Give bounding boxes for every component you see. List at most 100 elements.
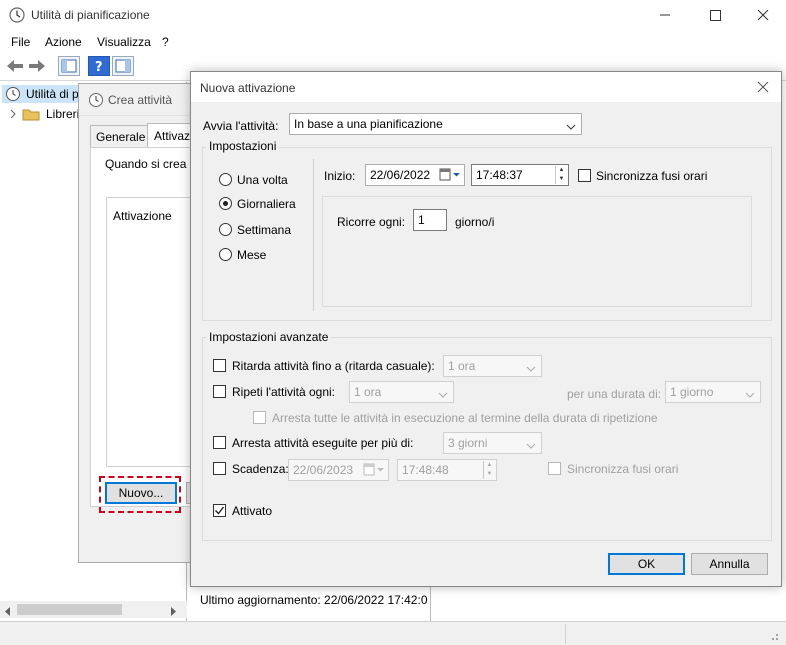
menu-file[interactable]: File xyxy=(11,35,30,49)
radio-settimana-label: Settimana xyxy=(237,223,292,237)
duration-label: per una durata di: xyxy=(567,387,662,401)
radio-circle[interactable] xyxy=(219,248,232,261)
recur-input[interactable]: 1 xyxy=(413,209,447,231)
nuova-dialog-titlebar: Nuova attivazione xyxy=(191,72,781,102)
expire-time-input[interactable]: 17:48:48 ▲ ▼ xyxy=(397,459,497,481)
spin-up-icon[interactable]: ▲ xyxy=(556,166,567,175)
radio-una-volta-label: Una volta xyxy=(237,173,288,187)
annulla-button[interactable]: Annulla xyxy=(691,553,768,575)
menu-help[interactable]: ? xyxy=(162,35,169,49)
start-date-picker[interactable]: 22/06/2022 xyxy=(365,164,465,186)
radio-giornaliera-label: Giornaliera xyxy=(237,197,296,211)
start-task-value: In base a una pianificazione xyxy=(294,117,443,131)
forward-arrow-icon[interactable] xyxy=(27,58,47,77)
enabled-checkbox[interactable] xyxy=(213,504,226,517)
recurrence-panel xyxy=(322,196,752,307)
time-spinner[interactable]: ▲ ▼ xyxy=(555,166,567,184)
expire-date-picker[interactable]: 22/06/2023 xyxy=(288,459,389,481)
start-task-label: Avvia l'attività: xyxy=(203,119,279,133)
svg-text:?: ? xyxy=(95,60,103,75)
stop-longer-value: 3 giorni xyxy=(448,436,488,450)
folder-icon xyxy=(22,106,40,125)
expire-sync-checkbox[interactable] xyxy=(548,462,561,475)
spin-up-icon[interactable]: ▲ xyxy=(484,461,495,470)
dialog-close-icon[interactable] xyxy=(757,81,769,96)
triggers-list[interactable]: Attivazione xyxy=(106,197,201,467)
menu-visualizza[interactable]: Visualizza xyxy=(97,35,151,49)
time-spinner[interactable]: ▲ ▼ xyxy=(483,461,495,479)
radio-circle-selected[interactable] xyxy=(219,197,232,210)
crea-attivita-dialog: Crea attività Generale Attivazi Quando s… xyxy=(78,83,201,563)
start-label: Inizio: xyxy=(324,169,356,183)
duration-select[interactable]: 1 giorno xyxy=(665,381,761,403)
recur-unit: giorno/i xyxy=(455,215,495,229)
start-time-value: 17:48:37 xyxy=(476,168,523,182)
stop-all-checkbox[interactable] xyxy=(253,411,266,424)
delay-label: Ritarda attività fino a (ritarda casuale… xyxy=(232,359,435,373)
stop-longer-select[interactable]: 3 giorni xyxy=(443,432,542,454)
tab-generale-label: Generale xyxy=(96,130,146,144)
spin-down-icon[interactable]: ▼ xyxy=(484,470,495,479)
duration-value: 1 giorno xyxy=(670,385,714,399)
crea-dialog-title: Crea attività xyxy=(108,93,173,107)
ok-button[interactable]: OK xyxy=(608,553,685,575)
start-date-value: 22/06/2022 xyxy=(370,168,431,182)
horizontal-scrollbar[interactable] xyxy=(0,601,187,618)
repeat-checkbox[interactable] xyxy=(213,385,226,398)
radio-circle[interactable] xyxy=(219,223,232,236)
nuovo-button[interactable]: Nuovo... xyxy=(105,482,177,504)
calendar-icon[interactable] xyxy=(363,463,385,480)
clock-icon xyxy=(88,92,104,111)
show-action-pane-icon[interactable] xyxy=(112,56,134,76)
tree-item-root-label: Utilità di p xyxy=(26,87,79,101)
tab-panel: Quando si crea u Attivazione xyxy=(90,147,201,507)
menu-azione[interactable]: Azione xyxy=(45,35,82,49)
status-bar xyxy=(0,621,786,645)
clock-icon xyxy=(5,86,21,105)
tab-generale[interactable]: Generale xyxy=(90,125,148,147)
status-separator xyxy=(565,624,566,644)
stop-all-label: Arresta tutte le attività in esecuzione … xyxy=(272,411,658,425)
chevron-down-icon xyxy=(526,362,536,376)
scroll-right-icon[interactable] xyxy=(169,605,177,619)
scroll-left-icon[interactable] xyxy=(4,605,12,619)
sync-timezones-label: Sincronizza fusi orari xyxy=(596,169,708,183)
chevron-right-icon[interactable] xyxy=(8,108,18,123)
help-icon[interactable]: ? xyxy=(88,56,110,76)
expire-time-value: 17:48:48 xyxy=(402,463,449,477)
clock-app-icon xyxy=(9,7,25,26)
nuova-attivazione-dialog: Nuova attivazione Avvia l'attività: In b… xyxy=(190,71,782,587)
delay-checkbox[interactable] xyxy=(213,359,226,372)
spin-down-icon[interactable]: ▼ xyxy=(556,175,567,184)
pane-divider xyxy=(430,587,431,621)
scrollbar-thumb[interactable] xyxy=(17,604,122,615)
delay-select[interactable]: 1 ora xyxy=(443,355,542,377)
resize-grip-icon[interactable] xyxy=(768,630,780,645)
stop-longer-label: Arresta attività eseguite per più di: xyxy=(232,436,414,450)
radio-circle[interactable] xyxy=(219,173,232,186)
settings-legend: Impostazioni xyxy=(206,139,280,153)
enabled-label: Attivato xyxy=(232,504,273,518)
chevron-down-icon xyxy=(566,120,576,134)
repeat-select[interactable]: 1 ora xyxy=(349,381,454,403)
expire-date-value: 22/06/2023 xyxy=(293,463,354,477)
attivazione-description: Quando si crea u xyxy=(105,157,197,171)
repeat-label: Ripeti l'attività ogni: xyxy=(232,385,336,399)
expire-sync-label: Sincronizza fusi orari xyxy=(567,462,679,476)
start-time-input[interactable]: 17:48:37 ▲ ▼ xyxy=(471,164,569,186)
main-window-title: Utilità di pianificazione xyxy=(31,8,150,22)
delay-value: 1 ora xyxy=(448,359,476,373)
stop-longer-checkbox[interactable] xyxy=(213,436,226,449)
chevron-down-icon xyxy=(526,439,536,453)
recur-label: Ricorre ogni: xyxy=(337,215,406,229)
back-arrow-icon[interactable] xyxy=(5,58,25,77)
expire-checkbox[interactable] xyxy=(213,462,226,475)
show-hide-tree-icon[interactable] xyxy=(58,56,80,76)
minimize-button[interactable] xyxy=(655,6,675,24)
sync-timezones-checkbox[interactable] xyxy=(578,169,591,182)
advanced-legend: Impostazioni avanzate xyxy=(206,330,332,344)
start-task-select[interactable]: In base a una pianificazione xyxy=(289,113,582,135)
close-button[interactable] xyxy=(753,6,773,24)
calendar-icon[interactable] xyxy=(439,168,461,185)
maximize-button[interactable] xyxy=(705,6,725,24)
